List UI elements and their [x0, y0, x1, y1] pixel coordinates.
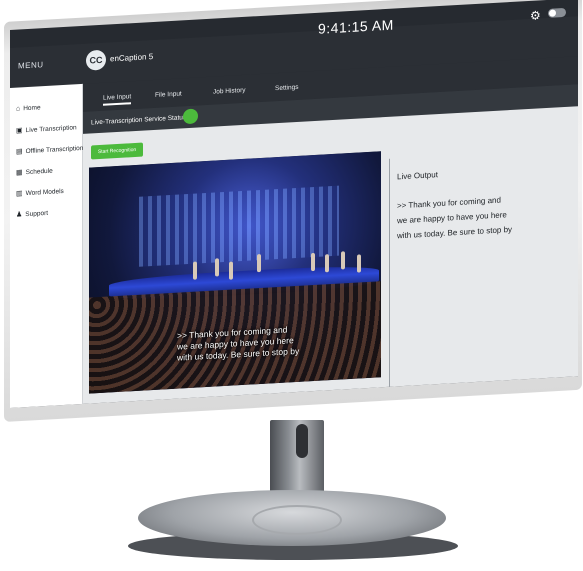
- performer: [215, 258, 219, 277]
- tab-live-input[interactable]: Live Input: [103, 93, 132, 106]
- sidebar-item-label: Word Models: [25, 187, 64, 197]
- home-icon: ⌂: [16, 105, 21, 113]
- main-content: Start Recognition >> Thank you for comin…: [83, 106, 578, 409]
- sidebar-item-label: Support: [25, 209, 49, 218]
- tab-job-history[interactable]: Job History: [213, 87, 246, 96]
- status-indicator: [183, 108, 198, 125]
- sidebar: ⌂ Home ▣ Live Transcription ▤ Offline Tr…: [10, 83, 84, 409]
- panel-divider: [389, 158, 390, 391]
- performer: [257, 253, 261, 273]
- cable-slot: [296, 424, 308, 458]
- performer: [325, 254, 329, 273]
- stage-backdrop: [139, 185, 339, 267]
- service-status-label: Live-Transcription Service Status: [91, 114, 187, 127]
- toggle-switch-icon[interactable]: [548, 7, 566, 18]
- sidebar-item-label: Live Transcription: [25, 123, 77, 134]
- tab-file-input[interactable]: File Input: [155, 90, 182, 98]
- live-transcription-icon: ▣: [16, 127, 23, 135]
- sidebar-item-label: Offline Transcription: [25, 144, 84, 155]
- sidebar-item-label: Home: [23, 104, 41, 113]
- start-recognition-button[interactable]: Start Recognition: [91, 142, 143, 160]
- book-icon: ▥: [16, 190, 23, 198]
- sidebar-item-live-transcription[interactable]: ▣ Live Transcription: [16, 123, 77, 135]
- menu-label[interactable]: MENU: [18, 60, 44, 70]
- performer: [229, 261, 233, 280]
- performer: [341, 251, 345, 270]
- sidebar-item-label: Schedule: [25, 167, 53, 176]
- gear-icon[interactable]: ⚙: [530, 8, 541, 23]
- app-screen: MENU CC enCaption 5 9:41:15 AM ⚙ ⌂ Home …: [10, 0, 578, 409]
- performer: [193, 261, 197, 280]
- sidebar-item-word-models[interactable]: ▥ Word Models: [16, 187, 64, 198]
- tab-settings[interactable]: Settings: [275, 84, 299, 92]
- stand-base-ring: [252, 505, 342, 535]
- performer: [357, 254, 361, 273]
- users-icon: ♟: [16, 211, 23, 219]
- performer: [311, 252, 315, 272]
- sidebar-item-support[interactable]: ♟ Support: [16, 209, 49, 219]
- live-output-title: Live Output: [397, 170, 438, 182]
- calendar-icon: ▦: [16, 169, 23, 177]
- sidebar-item-home[interactable]: ⌂ Home: [16, 104, 41, 112]
- monitor: MENU CC enCaption 5 9:41:15 AM ⚙ ⌂ Home …: [0, 0, 583, 571]
- sidebar-item-schedule[interactable]: ▦ Schedule: [16, 167, 53, 177]
- offline-transcription-icon: ▤: [16, 148, 23, 156]
- sidebar-item-offline-transcription[interactable]: ▤ Offline Transcription: [16, 144, 84, 156]
- live-output-text: >> Thank you for coming and we are happy…: [397, 189, 567, 244]
- video-preview: >> Thank you for coming and we are happy…: [89, 151, 381, 394]
